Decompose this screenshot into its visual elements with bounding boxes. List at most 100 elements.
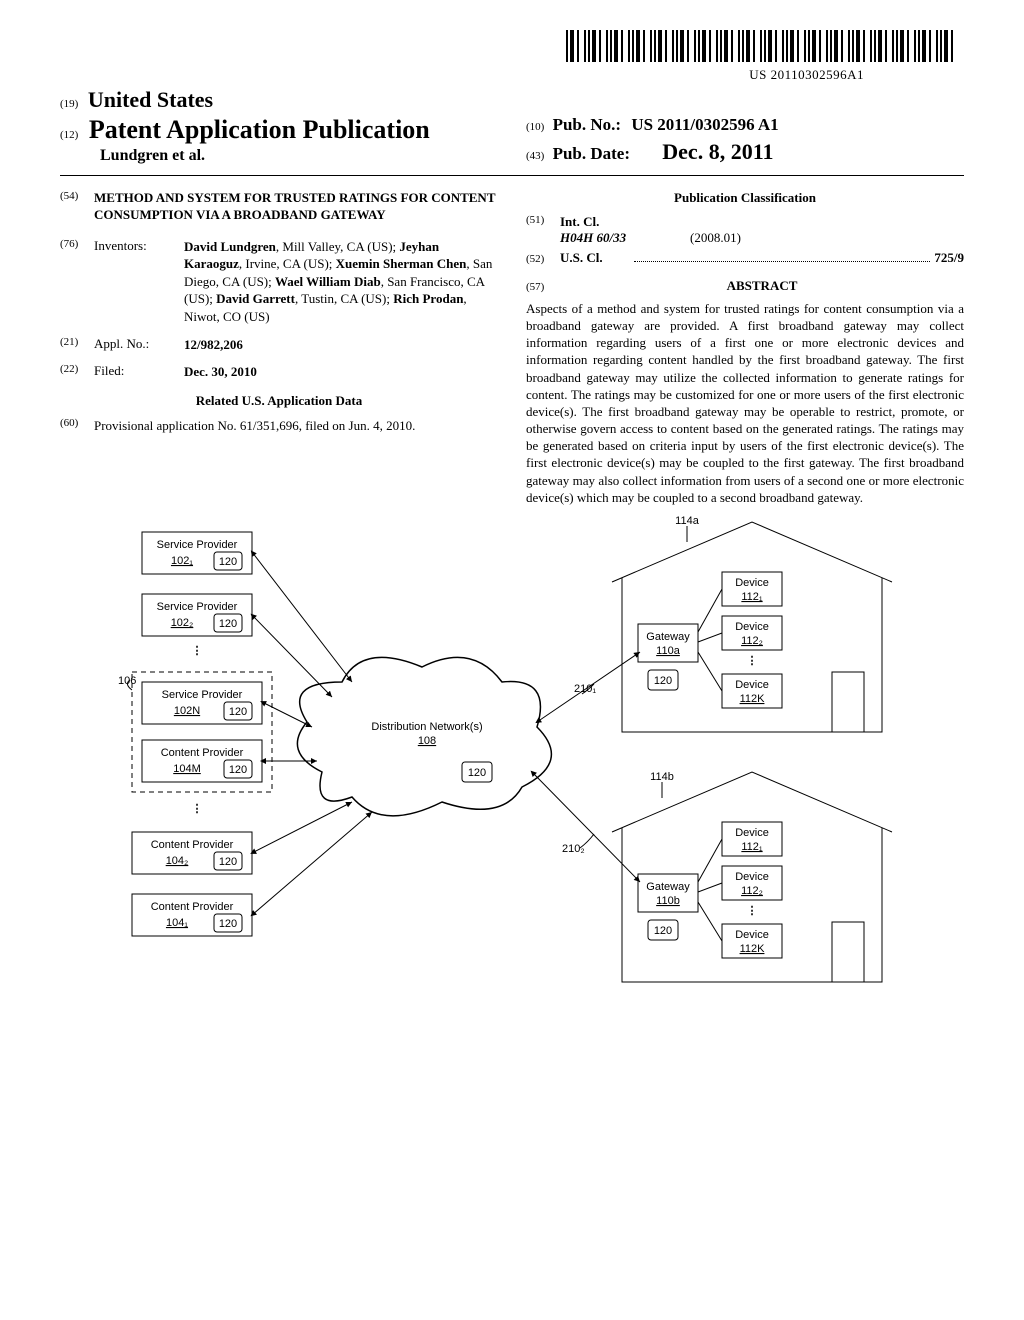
intcl-code: (51) [526,214,560,230]
svg-text:Service Provider: Service Provider [162,689,243,701]
header: (19) United States (12) Patent Applicati… [60,87,964,165]
svg-text:114b: 114b [650,771,674,783]
svg-text:Service Provider: Service Provider [157,601,238,613]
figure: Distribution Network(s) 108 120 Service … [60,512,964,1076]
svg-text:⋮: ⋮ [747,905,758,917]
svg-text:Gateway: Gateway [646,881,690,893]
authors-line: Lundgren et al. [100,147,498,165]
svg-text:Device: Device [735,929,769,941]
svg-text:104₁: 104₁ [166,917,188,929]
pub-type-code: (12) [60,129,78,141]
svg-text:⋮: ⋮ [747,655,758,667]
svg-text:112₂: 112₂ [741,885,763,897]
title-code: (54) [60,190,94,224]
pubdate-label: Pub. Date: [553,144,630,163]
abstract-code: (57) [526,281,560,293]
barcode-block: US 20110302596A1 [60,30,964,83]
pubno-value: US 2011/0302596 A1 [631,115,778,134]
svg-text:112K: 112K [740,693,766,705]
svg-text:120: 120 [654,925,672,937]
inventors-label: Inventors: [94,238,184,326]
svg-text:⋮: ⋮ [192,803,203,815]
svg-text:112K: 112K [740,943,766,955]
title-block: (54) METHOD AND SYSTEM FOR TRUSTED RATIN… [60,190,498,224]
country-code: (19) [60,98,78,110]
right-column: Publication Classification (51) Int. Cl.… [526,190,964,506]
uscl-code: (52) [526,253,560,265]
fig-conn2: 210₂ [562,843,585,855]
svg-text:120: 120 [219,918,237,930]
svg-text:Device: Device [735,827,769,839]
svg-text:110b: 110b [656,895,680,907]
body-columns: (54) METHOD AND SYSTEM FOR TRUSTED RATIN… [60,190,964,506]
svg-text:120: 120 [654,675,672,687]
pubno-label: Pub. No.: [553,115,621,134]
svg-text:102₂: 102₂ [171,617,194,629]
svg-text:110a: 110a [656,645,681,657]
uscl-label: U.S. Cl. [560,250,630,266]
pubno-code: (10) [526,121,544,133]
invention-title: METHOD AND SYSTEM FOR TRUSTED RATINGS FO… [94,190,498,224]
intcl-year: (2008.01) [690,230,741,246]
inventors-list: David Lundgren, Mill Valley, CA (US); Je… [184,238,498,326]
applno-label: Appl. No.: [94,336,184,354]
fig-cloud-label: Distribution Network(s) [371,721,482,733]
svg-text:Content Provider: Content Provider [161,747,244,759]
abstract-text: Aspects of a method and system for trust… [526,300,964,506]
fig-sp2: Service Provider 102₂ 120 [142,594,252,636]
fig-spn: Service Provider 102N 120 [142,682,262,724]
svg-text:120: 120 [219,556,237,568]
separator [60,175,964,176]
svg-text:Content Provider: Content Provider [151,901,234,913]
svg-text:102₁: 102₁ [171,555,193,567]
intcl-class: H04H 60/33 [560,230,690,246]
fig-house1: 114a Gateway 110a 120 Device 112₁ Device… [612,515,892,732]
svg-text:Device: Device [735,679,769,691]
applno-value: 12/982,206 [184,336,498,354]
provisional-code: (60) [60,417,94,435]
fig-cp2: Content Provider 104₂ 120 [132,832,252,874]
svg-text:112₁: 112₁ [741,591,763,603]
abstract-heading: ABSTRACT [560,278,964,294]
country: United States [88,87,213,112]
pubdate-value: Dec. 8, 2011 [662,139,773,164]
applno-code: (21) [60,336,94,354]
svg-text:Device: Device [735,577,769,589]
barcode-number: US 20110302596A1 [60,67,964,83]
svg-text:104₂: 104₂ [166,855,189,867]
filed-value: Dec. 30, 2010 [184,363,498,381]
fig-cpm: Content Provider 104M 120 [142,740,262,782]
svg-text:⋮: ⋮ [192,645,203,657]
fig-cp1: Content Provider 104₁ 120 [132,894,252,936]
svg-text:Content Provider: Content Provider [151,839,234,851]
svg-text:Device: Device [735,621,769,633]
barcode-graphic [566,30,956,62]
svg-text:Gateway: Gateway [646,631,690,643]
fig-cloud-ref: 108 [418,735,436,747]
filed-code: (22) [60,363,94,381]
svg-text:104M: 104M [173,763,201,775]
svg-text:120: 120 [229,706,247,718]
svg-text:102N: 102N [174,705,200,717]
uscl-dots [634,260,930,262]
pubclass-heading: Publication Classification [526,190,964,206]
fig-house2: 114b Gateway 110b 120 Device 112₁ Device… [612,771,892,982]
intcl-label: Int. Cl. [560,214,599,230]
svg-text:112₁: 112₁ [741,841,763,853]
fig-sp1: Service Provider 102₁ 120 [142,532,252,574]
svg-text:120: 120 [229,764,247,776]
svg-text:Device: Device [735,871,769,883]
svg-text:Service Provider: Service Provider [157,539,238,551]
related-heading: Related U.S. Application Data [60,393,498,409]
provisional-text: Provisional application No. 61/351,696, … [94,417,498,435]
filed-label: Filed: [94,363,184,381]
figure-svg: Distribution Network(s) 108 120 Service … [82,512,942,1072]
uscl-value: 725/9 [934,250,964,266]
pub-type: Patent Application Publication [89,115,430,144]
inventors-code: (76) [60,238,94,326]
svg-text:112₂: 112₂ [741,635,763,647]
pubdate-code: (43) [526,150,544,162]
svg-text:120: 120 [219,856,237,868]
svg-text:120: 120 [219,618,237,630]
svg-text:114a: 114a [675,515,700,527]
